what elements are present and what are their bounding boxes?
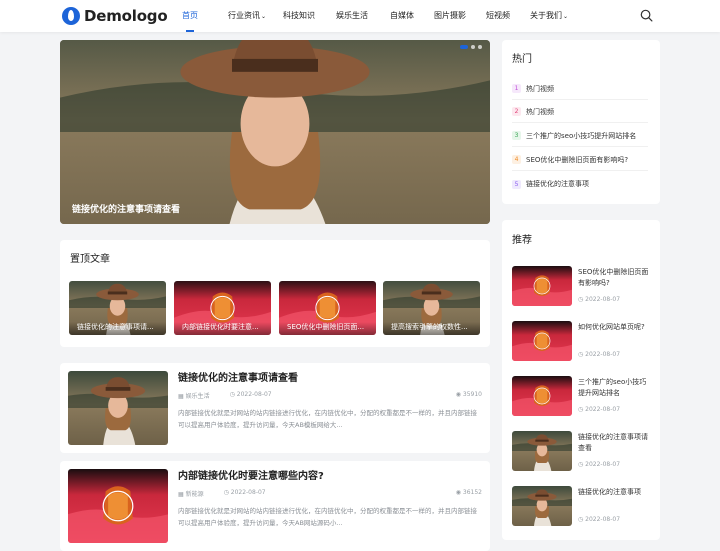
- nav-item-tech[interactable]: 科技知识: [283, 0, 315, 32]
- recommend-thumbnail[interactable]: [512, 376, 572, 416]
- article-card[interactable]: 链接优化的注意事项请查看 ▦ 娱乐生活 ◷ 2022-08-07 ◉ 35910…: [60, 363, 490, 453]
- article-title[interactable]: 链接优化的注意事项请查看: [178, 369, 298, 384]
- hero-caption[interactable]: 链接优化的注意事项请查看: [72, 202, 180, 215]
- pinned-item[interactable]: 提高搜索引擎的权数性...: [383, 281, 480, 335]
- main-nav: 首页 行业资讯⌄ 科技知识 娱乐生活 自媒体 图片摄影 短视频 关于我们⌄: [174, 0, 568, 32]
- pinned-section: 置顶文章 链接优化的注意事项请... 内部链接优化时要注意... SEO优化中删…: [60, 240, 490, 347]
- site-header: Demologo 首页 行业资讯⌄ 科技知识 娱乐生活 自媒体 图片摄影 短视频…: [0, 0, 720, 32]
- hot-item-label: 链接优化的注意事项: [526, 180, 589, 188]
- hot-item-label: 三个推广的seo小技巧提升网站排名: [526, 131, 637, 140]
- recommend-item[interactable]: 链接优化的注意事项 ◷ 2022-08-07: [512, 486, 650, 528]
- hot-item[interactable]: 3 三个推广的seo小技巧提升网站排名: [512, 125, 648, 147]
- recommend-title[interactable]: SEO优化中删除旧页面有影响吗?: [578, 267, 650, 289]
- nav-item-entertainment[interactable]: 娱乐生活: [336, 0, 368, 32]
- chevron-down-icon: ⌄: [563, 13, 569, 20]
- rank-badge: 3: [512, 131, 521, 140]
- hot-item-label: 热门视频: [526, 107, 554, 116]
- hero-slider[interactable]: 链接优化的注意事项请查看: [60, 40, 490, 224]
- hot-item[interactable]: 4 SEO优化中删除旧页面有影响吗?: [512, 149, 648, 171]
- article-date: 2022-08-07: [230, 489, 266, 496]
- recommend-title[interactable]: 链接优化的注意事项: [578, 487, 650, 498]
- recommend-thumbnail[interactable]: [512, 266, 572, 306]
- article-views: ◉ 35910: [455, 391, 482, 398]
- recommend-date: ◷ 2022-08-07: [578, 296, 621, 303]
- nav-item-we-media[interactable]: 自媒体: [390, 0, 414, 32]
- nav-item-home[interactable]: 首页: [182, 0, 198, 32]
- article-excerpt: 内部链接优化就是对网站的站内链接进行优化，在内链优化中，分配的权重都是不一样的，…: [178, 507, 477, 527]
- article-excerpt: 内部链接优化就是对网站的站内链接进行优化，在内链优化中，分配的权重都是不一样的，…: [178, 409, 477, 429]
- hot-widget: 热门 1 热门视频 2 热门视频 3 三个推广的seo小技巧提升网站排名 4 S…: [502, 40, 660, 204]
- recommend-item[interactable]: 链接优化的注意事项请查看 ◷ 2022-08-07: [512, 431, 650, 473]
- category-icon: ▦ 新能源: [178, 491, 204, 498]
- rank-badge: 5: [512, 179, 521, 189]
- widget-title: 推荐: [512, 235, 532, 246]
- article-date: 2022-08-07: [236, 391, 272, 398]
- recommend-thumbnail[interactable]: [512, 431, 572, 471]
- recommend-title[interactable]: 三个推广的seo小技巧提升网站排名: [578, 377, 650, 399]
- recommend-widget: 推荐 SEO优化中删除旧页面有影响吗? ◷ 2022-08-07 如何优化网站单…: [502, 220, 660, 540]
- article-views: ◉ 36152: [455, 489, 482, 496]
- recommend-title[interactable]: 如何优化网站单页呢?: [578, 322, 650, 333]
- article-thumbnail[interactable]: [68, 371, 168, 445]
- article-meta: ▦ 新能源 ◷ 2022-08-07: [178, 489, 286, 498]
- rank-badge: 4: [512, 155, 521, 164]
- clock-icon: ◷ 2022-08-07: [229, 391, 272, 398]
- slider-dot[interactable]: [478, 45, 482, 49]
- recommend-date: ◷ 2022-08-07: [578, 516, 621, 523]
- pinned-item[interactable]: SEO优化中删除旧页面...: [279, 281, 376, 335]
- recommend-date: ◷ 2022-08-07: [578, 406, 621, 413]
- article-category[interactable]: 娱乐生活: [186, 393, 210, 400]
- hot-item-label: SEO优化中删除旧页面有影响吗?: [526, 155, 629, 164]
- recommend-item[interactable]: SEO优化中删除旧页面有影响吗? ◷ 2022-08-07: [512, 266, 650, 308]
- logo-icon: [62, 7, 80, 25]
- article-card[interactable]: 内部链接优化时要注意哪些内容? ▦ 新能源 ◷ 2022-08-07 ◉ 361…: [60, 461, 490, 551]
- hot-item[interactable]: 5 链接优化的注意事项: [512, 173, 648, 195]
- article-category[interactable]: 新能源: [186, 491, 204, 498]
- pinned-caption: 内部链接优化时要注意...: [174, 322, 271, 335]
- hot-item[interactable]: 2 热门视频: [512, 101, 648, 123]
- slider-dots: [460, 45, 482, 49]
- article-meta: ▦ 娱乐生活 ◷ 2022-08-07: [178, 391, 292, 400]
- eye-icon: ◉: [455, 391, 461, 398]
- nav-item-about[interactable]: 关于我们⌄: [530, 0, 568, 32]
- search-icon[interactable]: [640, 9, 653, 22]
- site-logo[interactable]: Demologo: [62, 6, 168, 26]
- nav-item-photography[interactable]: 图片摄影: [434, 0, 466, 32]
- nav-item-short-video[interactable]: 短视频: [486, 0, 510, 32]
- hot-item[interactable]: 1 热门视频: [512, 78, 648, 100]
- pinned-item[interactable]: 内部链接优化时要注意...: [174, 281, 271, 335]
- pinned-caption: SEO优化中删除旧页面...: [279, 322, 376, 335]
- pinned-caption: 提高搜索引擎的权数性...: [383, 322, 480, 335]
- recommend-date: ◷ 2022-08-07: [578, 461, 621, 468]
- recommend-thumbnail[interactable]: [512, 486, 572, 526]
- recommend-title[interactable]: 链接优化的注意事项请查看: [578, 432, 650, 454]
- chevron-down-icon: ⌄: [261, 13, 267, 20]
- slider-dot[interactable]: [471, 45, 475, 49]
- nav-item-industry-news[interactable]: 行业资讯⌄: [228, 0, 266, 32]
- eye-icon: ◉: [455, 489, 461, 496]
- widget-title: 热门: [512, 54, 532, 65]
- recommend-date: ◷ 2022-08-07: [578, 351, 621, 358]
- rank-badge: 2: [512, 107, 521, 116]
- logo-text: Demologo: [84, 7, 168, 25]
- recommend-item[interactable]: 如何优化网站单页呢? ◷ 2022-08-07: [512, 321, 650, 363]
- category-icon: ▦ 娱乐生活: [178, 393, 210, 400]
- recommend-item[interactable]: 三个推广的seo小技巧提升网站排名 ◷ 2022-08-07: [512, 376, 650, 418]
- pinned-item[interactable]: 链接优化的注意事项请...: [69, 281, 166, 335]
- clock-icon: ◷ 2022-08-07: [223, 489, 266, 496]
- section-title: 置顶文章: [70, 254, 110, 265]
- article-title[interactable]: 内部链接优化时要注意哪些内容?: [178, 467, 324, 482]
- pinned-caption: 链接优化的注意事项请...: [69, 322, 166, 335]
- slider-dot[interactable]: [460, 45, 468, 49]
- hero-image: [60, 40, 490, 224]
- hot-item-label: 热门视频: [526, 84, 554, 93]
- recommend-thumbnail[interactable]: [512, 321, 572, 361]
- rank-badge: 1: [512, 84, 521, 93]
- article-thumbnail[interactable]: [68, 469, 168, 543]
